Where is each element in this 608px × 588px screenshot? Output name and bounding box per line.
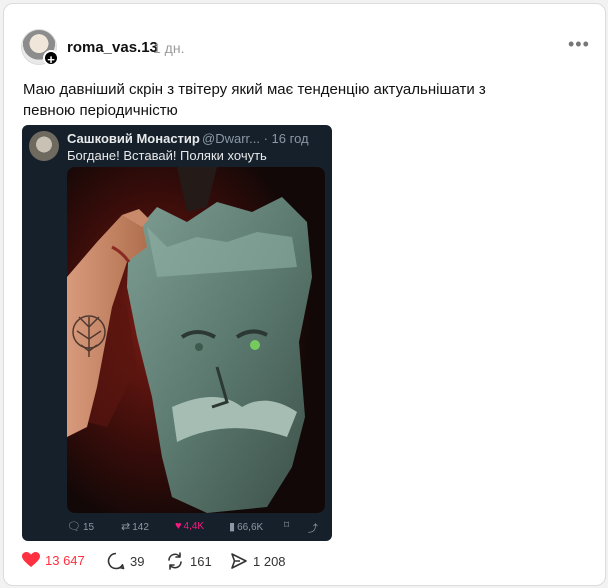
comment-button[interactable]: 39 <box>107 552 144 570</box>
tweet-actions: 🗨 15 ⇄ 142 ♥ 4,4K ▮ 66,6K ⌑ ⤴ <box>67 520 325 536</box>
repost-count: 161 <box>190 553 212 569</box>
tweet-text: Богдане! Вставай! Поляки хочуть <box>67 148 267 163</box>
post-time: 1 дн. <box>153 40 185 56</box>
like-button[interactable]: 13 647 <box>22 552 85 568</box>
retweet-icon: ⇄ <box>121 521 131 533</box>
tweet-like-stat: ♥ 4,4K <box>175 520 204 532</box>
send-icon <box>231 553 247 569</box>
like-count: 13 647 <box>45 552 85 568</box>
bookmark-icon: ⌑ <box>284 520 290 531</box>
tweet-replies-count: 15 <box>82 522 95 533</box>
heart-icon: ♥ <box>175 520 182 532</box>
tweet-likes-count: 4,4K <box>183 521 205 532</box>
tweet-reply-stat: 🗨 15 <box>67 520 94 533</box>
tweet-author-name: Сашковий Монастир <box>67 131 200 146</box>
post-card: + roma_vas.13 1 дн. ••• Маю давніший скр… <box>3 3 606 586</box>
tweet-views-stat: ▮ 66,6K <box>229 520 263 533</box>
repost-icon <box>168 552 182 570</box>
tweet-views-count: 66,6K <box>237 522 264 533</box>
embedded-tweet-screenshot[interactable]: Сашковий Монастир @Dwarr... · 16 год Бог… <box>22 125 332 541</box>
post-actions: 13 647 39 161 1 208 <box>22 552 322 574</box>
tweet-photo <box>67 167 325 513</box>
more-options-icon[interactable]: ••• <box>568 34 590 55</box>
tweet-handle-text: @Dwarr... <box>202 131 260 146</box>
share-button[interactable]: 1 208 <box>230 552 286 570</box>
share-count: 1 208 <box>253 553 286 569</box>
share-icon: ⤴ <box>308 524 318 535</box>
statue-photo-illustration <box>67 167 325 513</box>
comment-count: 39 <box>130 553 145 569</box>
repost-button[interactable]: 161 <box>165 552 212 570</box>
tweet-handle: @Dwarr... · 16 год <box>202 131 309 146</box>
tweet-retweets-count: 142 <box>132 522 149 533</box>
reply-icon: 🗨 <box>67 521 81 533</box>
post-username[interactable]: roma_vas.13 <box>67 39 158 56</box>
follow-plus-icon[interactable]: + <box>43 50 59 67</box>
heart-icon <box>22 552 40 567</box>
tweet-time: · 16 год <box>263 131 309 146</box>
tweet-retweet-stat: ⇄ 142 <box>121 520 149 533</box>
post-text: Маю давніший скрін з твітеру який має те… <box>23 81 486 119</box>
comment-icon <box>107 552 125 570</box>
tweet-avatar <box>29 131 59 161</box>
views-icon: ▮ <box>229 521 236 533</box>
